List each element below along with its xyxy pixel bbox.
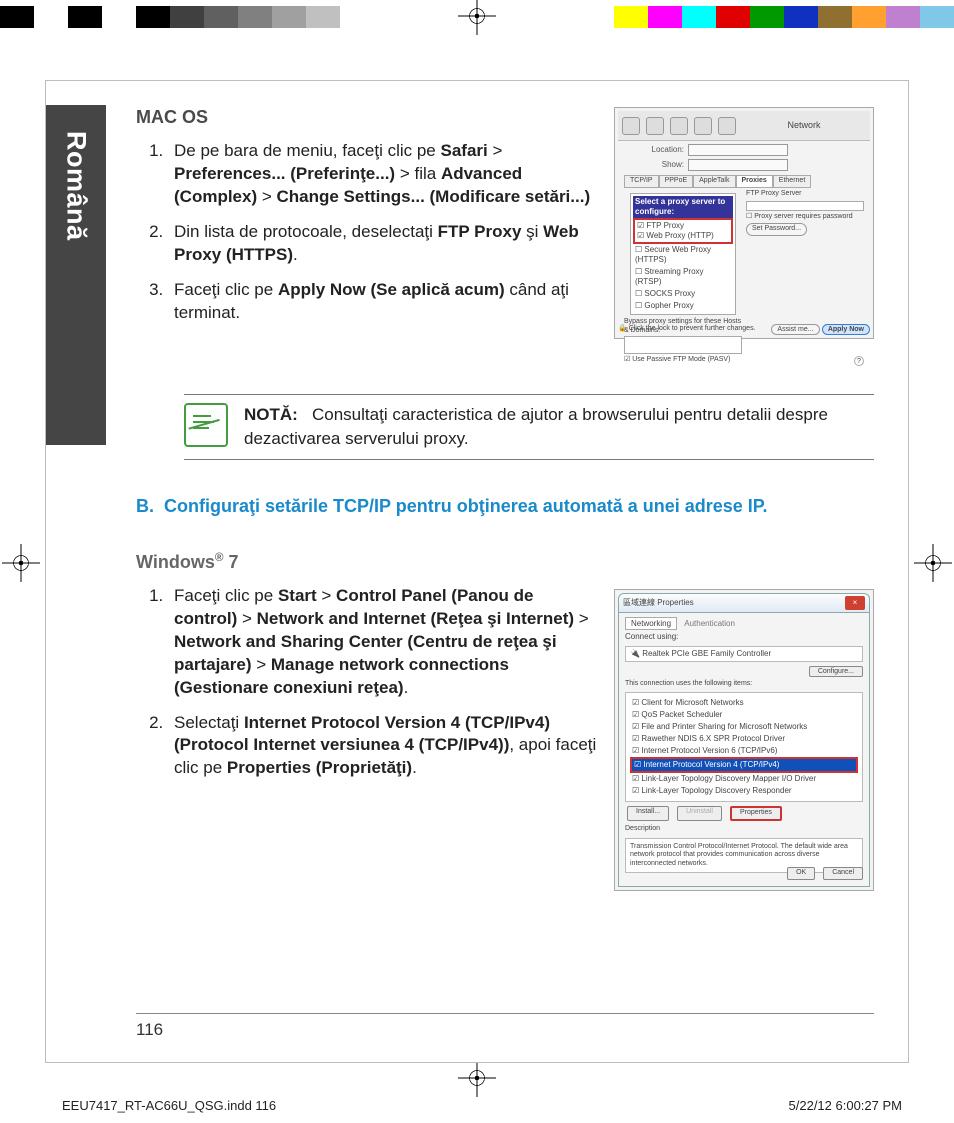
- registration-mark-icon: [464, 3, 490, 29]
- close-icon: ×: [845, 596, 865, 610]
- list-item: De pe bara de meniu, faceţi clic pe Safa…: [168, 140, 600, 209]
- assist-button: Assist me...: [771, 324, 819, 335]
- windows7-steps: Faceţi clic pe Start > Control Panel (Pa…: [168, 585, 600, 781]
- toolbar-icon: [670, 117, 688, 135]
- language-tab: Română: [46, 105, 106, 445]
- note-text: Consultaţi caracteristica de ajutor a br…: [244, 405, 828, 448]
- configure-button: Configure...: [809, 666, 863, 677]
- ok-button: OK: [787, 867, 815, 880]
- uninstall-button: Uninstall: [677, 806, 722, 821]
- set-password-button: Set Password...: [746, 223, 807, 236]
- toolbar-icon: [718, 117, 736, 135]
- list-item: Selectaţi Internet Protocol Version 4 (T…: [168, 712, 600, 781]
- print-metadata: EEU7417_RT-AC66U_QSG.indd 116 5/22/12 6:…: [62, 1098, 902, 1113]
- registration-mark-icon: [464, 1065, 490, 1091]
- toolbar-icon: [622, 117, 640, 135]
- toolbar-icon: [646, 117, 664, 135]
- macos-heading: MAC OS: [136, 107, 600, 128]
- dialog-title: 區域連線 Properties: [623, 598, 694, 608]
- note-label: NOTĂ:: [244, 405, 298, 424]
- cancel-button: Cancel: [823, 867, 863, 880]
- note-icon: [184, 403, 228, 447]
- note-box: NOTĂ: Consultaţi caracteristica de ajuto…: [184, 394, 874, 460]
- window-title: Network: [742, 120, 866, 131]
- list-item: Din lista de protocoale, deselectaţi FTP…: [168, 221, 600, 267]
- page-frame: Română MAC OS De pe bara de meniu, faceţ…: [45, 80, 909, 1063]
- proxies-tabs: TCP/IPPPPoEAppleTalkProxiesEthernet: [624, 175, 864, 188]
- registration-mark-icon: [920, 550, 946, 576]
- language-tab-label: Română: [61, 131, 92, 241]
- indesign-filename: EEU7417_RT-AC66U_QSG.indd 116: [62, 1098, 276, 1113]
- print-timestamp: 5/22/12 6:00:27 PM: [789, 1098, 902, 1113]
- toolbar-icon: [694, 117, 712, 135]
- list-item: Faceţi clic pe Apply Now (Se aplică acum…: [168, 279, 600, 325]
- macos-steps: De pe bara de meniu, faceţi clic pe Safa…: [168, 140, 600, 325]
- section-b-heading: B.Configuraţi setările TCP/IP pentru obţ…: [136, 496, 874, 517]
- windows7-heading: Windows® 7: [136, 551, 874, 573]
- apply-now-button: Apply Now: [822, 324, 870, 335]
- registration-mark-icon: [8, 550, 34, 576]
- page-number: 116: [136, 1013, 874, 1040]
- list-item: Faceţi clic pe Start > Control Panel (Pa…: [168, 585, 600, 700]
- protocol-list: ☑ Client for Microsoft Networks ☑ QoS Pa…: [625, 692, 863, 802]
- proxy-list: Select a proxy server to configure: ☑ FT…: [630, 193, 736, 315]
- macos-network-screenshot: Network Location: Show: TCP/IPPPPoEApple…: [614, 107, 874, 339]
- windows-properties-screenshot: 區域連線 Properties × Networking Authenticat…: [614, 589, 874, 891]
- install-button: Install...: [627, 806, 669, 821]
- properties-button: Properties: [730, 806, 782, 821]
